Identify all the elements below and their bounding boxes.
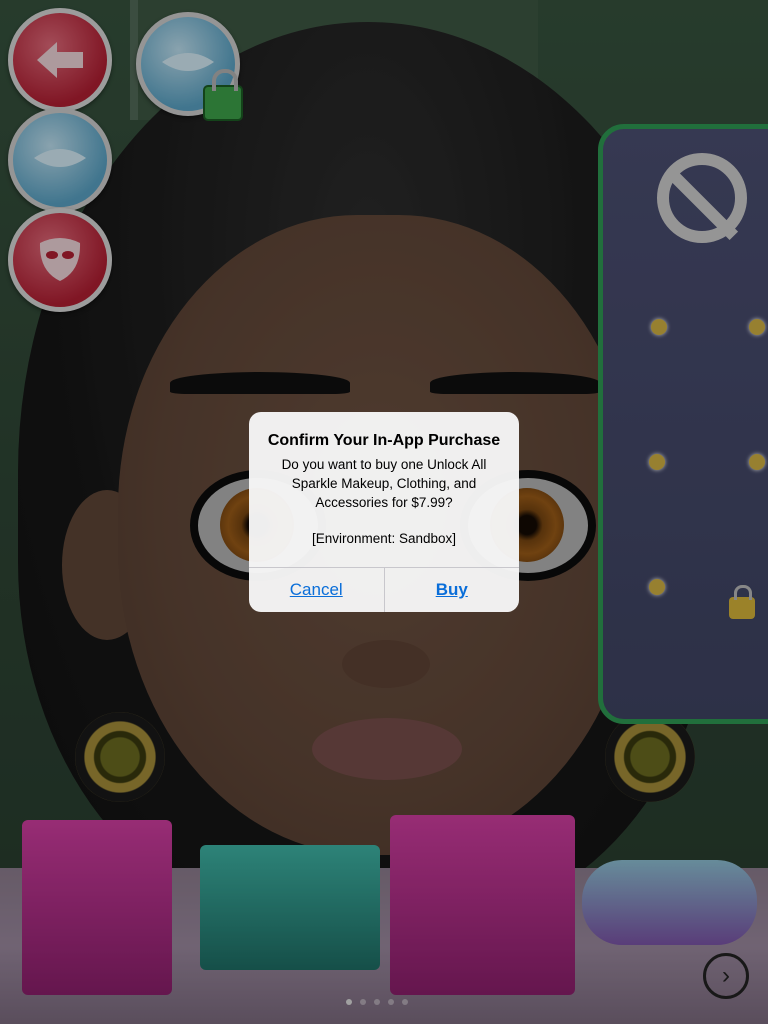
dialog-buttons: Cancel Buy bbox=[249, 567, 519, 612]
purchase-confirm-dialog: Confirm Your In-App Purchase Do you want… bbox=[249, 412, 519, 612]
cancel-button[interactable]: Cancel bbox=[249, 568, 384, 612]
buy-button[interactable]: Buy bbox=[383, 568, 520, 612]
dialog-title: Confirm Your In-App Purchase bbox=[267, 432, 501, 449]
dialog-environment: [Environment: Sandbox] bbox=[311, 531, 457, 546]
dialog-message: Do you want to buy one Unlock All Sparkl… bbox=[281, 457, 487, 510]
